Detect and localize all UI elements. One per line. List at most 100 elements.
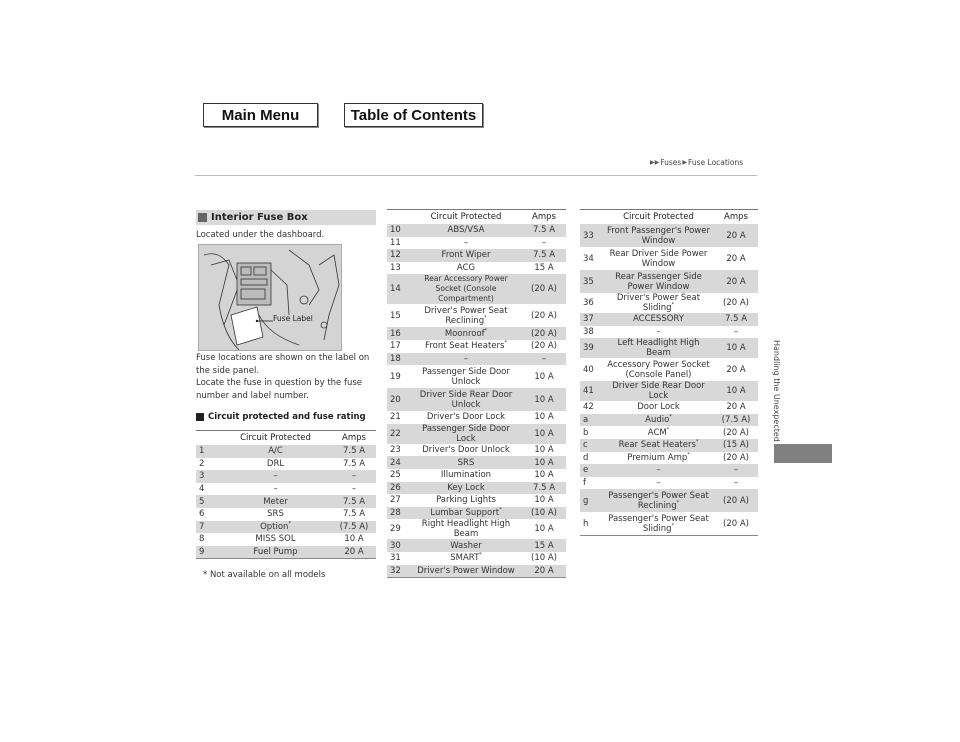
circuit-protected: Meter	[219, 495, 332, 508]
circuit-protected-text: SMART	[450, 553, 480, 564]
col-number	[387, 209, 410, 224]
amperage: 7.5 A	[332, 445, 376, 458]
amperage-text: 10 A	[534, 470, 554, 481]
amperage: 7.5 A	[332, 495, 376, 508]
fuse-row: 11 – –	[387, 237, 566, 250]
fuse-number-text: 12	[390, 250, 401, 261]
amperage-text: 7.5 A	[342, 446, 366, 457]
circuit-protected: Rear Seat Heaters*	[603, 438, 714, 452]
fuse-row: 27 Parking Lights 10 A	[387, 494, 566, 507]
fuse-number-text: 32	[390, 565, 401, 576]
fuse-number-text: 17	[390, 341, 401, 352]
fuse-number: 37	[580, 313, 603, 326]
amperage: (20 A)	[714, 293, 758, 313]
footnote-marker: *	[671, 302, 675, 309]
amperage: (20 A)	[522, 274, 566, 305]
footnote-marker: *	[671, 523, 675, 530]
amperage: 7.5 A	[522, 249, 566, 262]
fuse-number-text: 18	[390, 353, 401, 364]
fuse-row: 20 Driver Side Rear Door Unlock 10 A	[387, 388, 566, 412]
footnote-marker: *	[676, 500, 680, 507]
amperage-text: 20 A	[534, 565, 554, 576]
fuse-row: d Premium Amp* (20 A)	[580, 452, 758, 465]
amperage: 15 A	[522, 539, 566, 552]
fuse-row: 12 Front Wiper 7.5 A	[387, 249, 566, 262]
amperage: 7.5 A	[332, 458, 376, 471]
amperage: (20 A)	[714, 426, 758, 439]
amperage-text: (20 A)	[723, 427, 749, 438]
fuse-row: 1 A/C 7.5 A	[196, 445, 376, 458]
circuit-protected-text: Audio	[645, 415, 670, 426]
amperage-text: (20 A)	[723, 298, 749, 308]
circuit-protected-text: –	[656, 465, 661, 476]
fuse-row: 41 Driver Side Rear Door Lock 10 A	[580, 381, 758, 402]
breadcrumb-arrow-icon: ▶	[682, 159, 687, 166]
circuit-protected-text: Washer	[450, 540, 482, 551]
fuse-number: 1	[196, 445, 219, 458]
circuit-protected: –	[219, 470, 332, 483]
circuit-protected: Passenger Side Door Unlock	[410, 365, 522, 388]
fuse-rating-subhead: Circuit protected and fuse rating	[196, 412, 366, 422]
amperage-text: –	[733, 465, 739, 476]
amperage: 10 A	[522, 444, 566, 457]
amperage-text: 7.5 A	[532, 250, 556, 261]
circuit-protected-text: SRS	[457, 457, 475, 468]
amperage: 7.5 A	[522, 224, 566, 237]
fuse-row: 15 Driver's Power Seat Reclining* (20 A)	[387, 304, 566, 327]
fuse-number: 15	[387, 304, 410, 327]
circuit-protected-text: A/C	[268, 446, 283, 457]
fuse-number-text: 28	[390, 508, 401, 519]
circuit-protected: Driver Side Rear Door Lock	[603, 381, 714, 402]
circuit-protected-text: Rear Seat Heaters	[618, 440, 696, 451]
circuit-protected-text: Premium Amp	[627, 452, 688, 463]
circuit-protected-text: Driver Side Rear Door Lock	[612, 381, 705, 402]
fuse-number-text: 9	[199, 547, 205, 558]
fuse-number-text: 36	[583, 298, 594, 308]
fuse-number-text: 26	[390, 482, 401, 493]
fuse-number: 39	[580, 338, 603, 359]
fuse-number-text: 24	[390, 457, 401, 468]
circuit-protected: SMART*	[410, 552, 522, 565]
circuit-protected: –	[603, 464, 714, 477]
breadcrumb-fuses[interactable]: Fuses	[660, 158, 681, 167]
fuse-row: c Rear Seat Heaters* (15 A)	[580, 438, 758, 452]
amperage-text: 10 A	[534, 412, 554, 423]
amperage-text: 7.5 A	[342, 496, 366, 507]
amperage-text: (20 A)	[723, 495, 749, 506]
dashboard-drawing-icon	[203, 249, 340, 350]
footnote-marker: *	[669, 414, 672, 421]
amperage-text: 20 A	[726, 402, 746, 413]
fuse-number: 36	[580, 293, 603, 313]
circuit-protected-text: –	[273, 484, 278, 495]
amperage: 10 A	[522, 365, 566, 388]
fuse-number: 19	[387, 365, 410, 388]
circuit-protected-text: Passenger's Power Seat Reclining	[608, 490, 709, 511]
fuse-number-text: 30	[390, 540, 401, 551]
circuit-protected: DRL	[219, 458, 332, 471]
amperage: 20 A	[714, 224, 758, 247]
fuse-number-text: b	[583, 427, 589, 438]
amperage: –	[522, 352, 566, 366]
fuse-number: 23	[387, 444, 410, 457]
amperage-text: 10 A	[534, 495, 554, 506]
fuse-row: 40 Accessory Power Socket (Console Panel)…	[580, 358, 758, 381]
fuse-row: 38 – –	[580, 326, 758, 339]
amperage-text: (20 A)	[531, 284, 557, 295]
breadcrumb-fuse-locations[interactable]: Fuse Locations	[688, 158, 743, 167]
amperage: 20 A	[332, 545, 376, 560]
table-of-contents-button[interactable]: Table of Contents	[344, 103, 483, 127]
col-amps: Amps	[522, 209, 566, 224]
col-amps: Amps	[332, 430, 376, 445]
footnote-marker: *	[484, 315, 487, 322]
amperage-text: (20 A)	[531, 328, 557, 339]
fuse-number-text: 27	[390, 495, 401, 506]
circuit-protected-text: Front Seat Heaters	[425, 341, 505, 352]
footnote-marker: *	[288, 521, 291, 528]
main-menu-button[interactable]: Main Menu	[203, 103, 318, 127]
amperage-text: 20 A	[726, 230, 746, 241]
circuit-protected: Key Lock	[410, 481, 522, 495]
fuse-number-text: 23	[390, 445, 401, 456]
col-number	[580, 209, 603, 224]
circuit-protected-text: –	[656, 478, 661, 489]
circuit-protected: Front Seat Heaters*	[410, 340, 522, 353]
